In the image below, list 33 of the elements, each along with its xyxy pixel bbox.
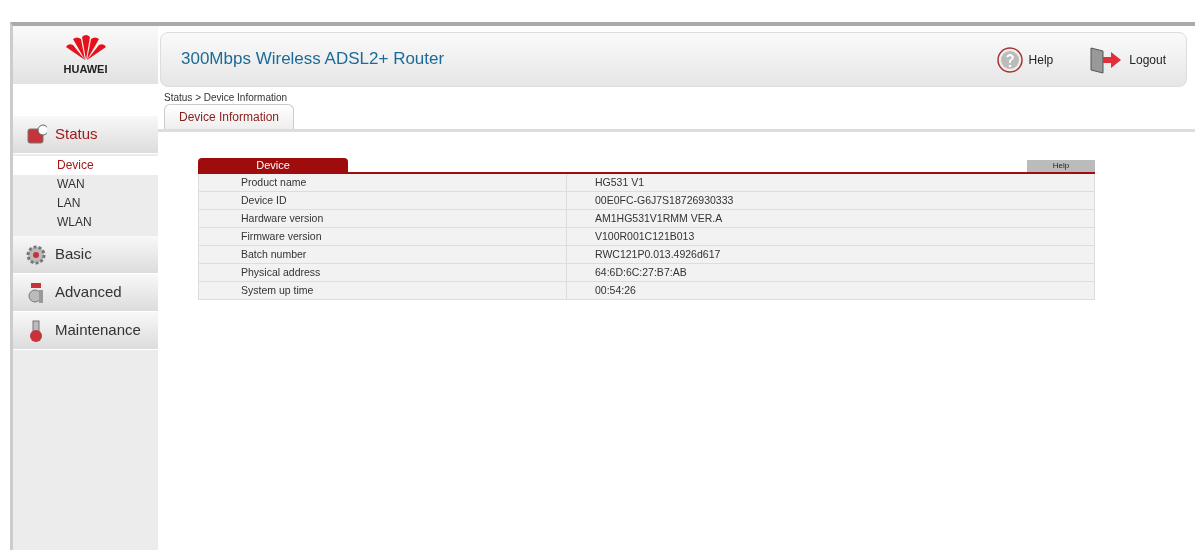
table-cell-text: RWC121P0.013.4926d617 <box>594 247 721 262</box>
menu-group[interactable]: Status <box>13 116 158 154</box>
help-icon <box>996 46 1023 73</box>
breadcrumb-text: Status > Device Information <box>163 91 289 105</box>
table-cell-text: V100R001C121B013 <box>594 229 695 244</box>
table-cell: Hardware version <box>199 210 567 227</box>
menu-group[interactable]: Advanced <box>13 274 158 312</box>
link-text: Logout <box>1129 51 1166 69</box>
menu-item[interactable]: Device <box>13 156 158 175</box>
table-cell-text: 64:6D:6C:27:B7:AB <box>594 265 687 280</box>
table-cell-text: HG531 V1 <box>594 175 645 190</box>
table-cell: Physical address <box>199 264 567 281</box>
help-button[interactable]: Help <box>1027 160 1095 172</box>
table-cell-text: 00:54:26 <box>594 283 636 298</box>
menu-group[interactable]: Basic <box>13 236 158 274</box>
table-cell: Batch number <box>199 246 567 263</box>
table-cell: System up time <box>199 282 567 299</box>
help-link[interactable]: Help <box>996 46 1054 73</box>
link-text: Help <box>1028 51 1054 69</box>
logo-text: HUAWEI <box>63 61 108 77</box>
menu-group[interactable]: Maintenance <box>13 312 158 350</box>
table-cell-text: 00E0FC-G6J7S18726930333 <box>594 193 734 208</box>
basic-icon <box>25 243 47 266</box>
table-cell: Product name <box>199 174 567 191</box>
router-title: 300Mbps Wireless ADSL2+ Router <box>181 49 446 70</box>
table-cell: Firmware version <box>199 228 567 245</box>
logout-link[interactable]: Logout <box>1089 45 1166 74</box>
table-cell: Device ID <box>199 192 567 209</box>
flower-logo-icon <box>63 32 108 61</box>
table-cell-text: AM1HG531V1RMM VER.A <box>594 211 723 226</box>
status-icon <box>25 123 47 146</box>
tab[interactable]: Device Information <box>164 104 295 129</box>
panel-title: Device <box>198 158 348 172</box>
